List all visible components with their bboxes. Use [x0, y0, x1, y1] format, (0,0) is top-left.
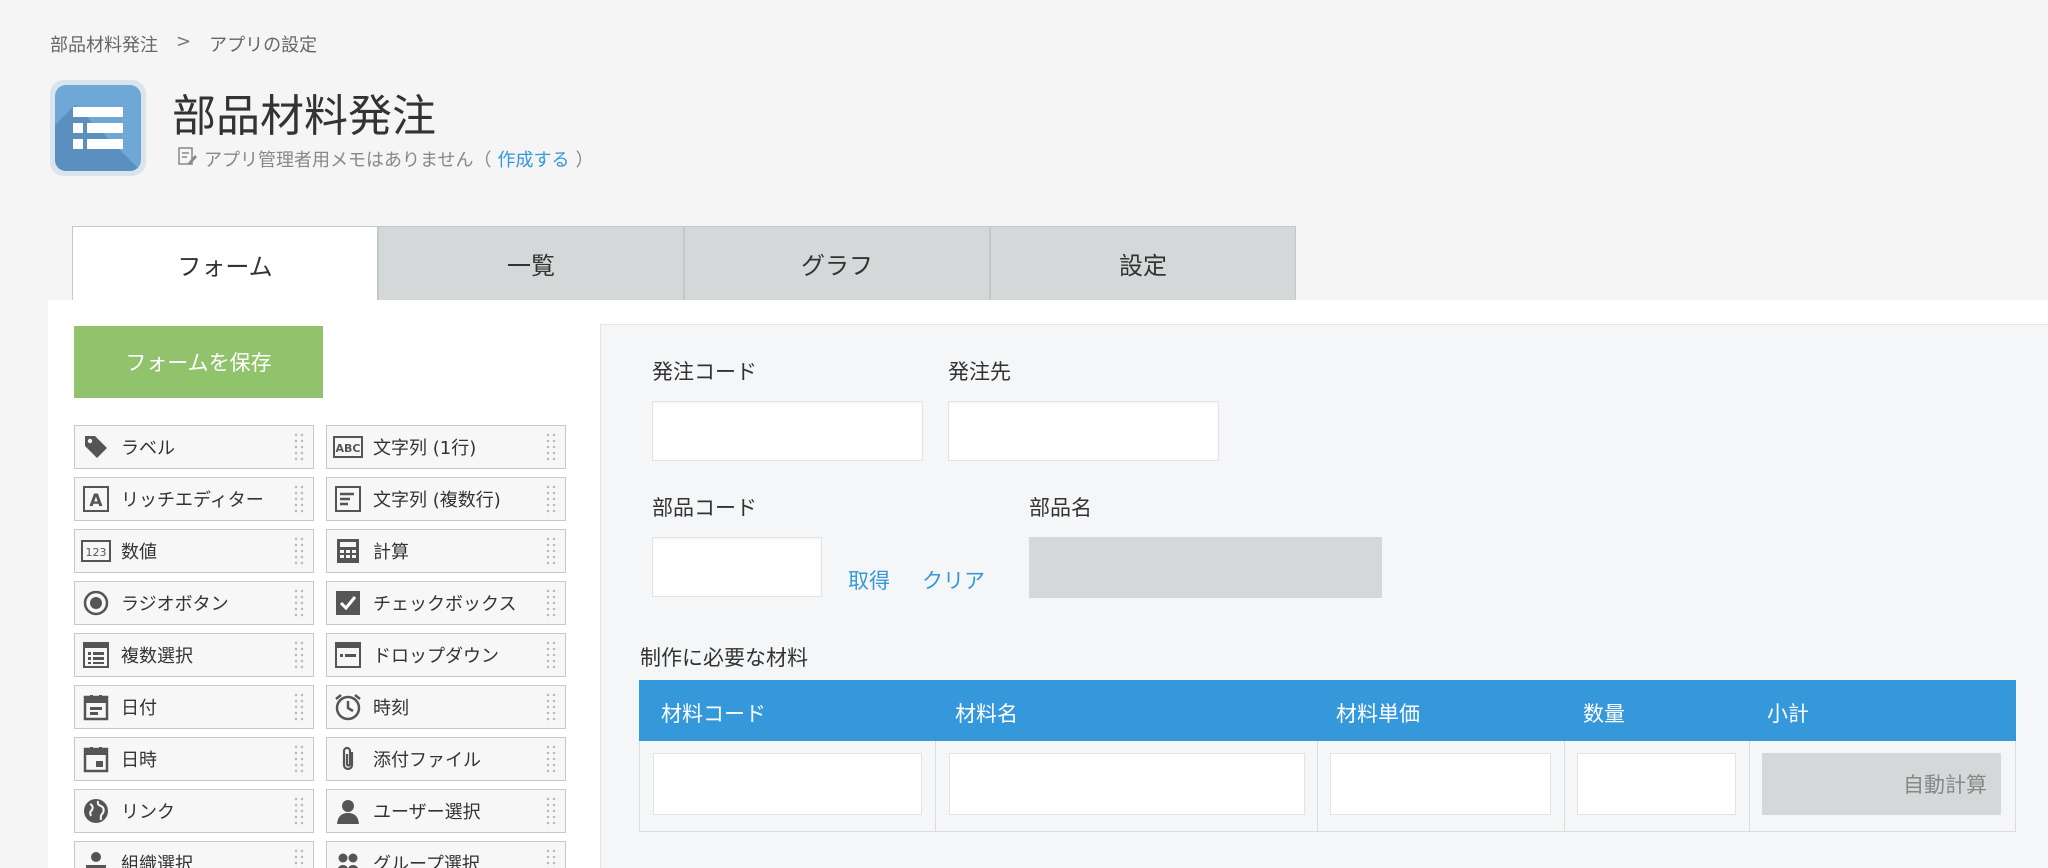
palette-item-user-select[interactable]: ユーザー選択 [326, 789, 566, 833]
tab-graph[interactable]: グラフ [684, 226, 990, 301]
group-icon [333, 848, 363, 868]
materials-table-header: 材料コード 材料名 材料単価 数量 小計 [639, 680, 2016, 741]
organization-icon [81, 848, 111, 868]
palette-item-rich-editor[interactable]: A リッチエディター [74, 477, 314, 521]
palette-item-dropdown[interactable]: ドロップダウン [326, 633, 566, 677]
app-title: 部品材料発注 [172, 91, 436, 142]
drag-handle-icon[interactable] [545, 640, 559, 672]
multiline-text-icon [333, 484, 363, 514]
drag-handle-icon[interactable] [293, 640, 307, 672]
breadcrumb-current: アプリの設定 [209, 35, 318, 56]
tab-settings[interactable]: 設定 [990, 226, 1296, 301]
palette-item-multi-select[interactable]: 複数選択 [74, 633, 314, 677]
drag-handle-icon[interactable] [545, 588, 559, 620]
memo-close-paren: ） [575, 149, 594, 171]
memo-text: アプリ管理者用メモはありません（ [204, 149, 492, 171]
tab-form[interactable]: フォーム [72, 226, 378, 302]
material-code-field[interactable] [653, 753, 922, 815]
palette-item-time[interactable]: 時刻 [326, 685, 566, 729]
paperclip-icon [333, 744, 363, 774]
field-palette: ラベル ABC 文字列 (1行) A リッチエディター 文字列 (複数行) 12… [74, 425, 566, 868]
rich-editor-icon: A [81, 484, 111, 514]
admin-memo: アプリ管理者用メモはありません（ 作成する ） [176, 145, 593, 172]
drag-handle-icon[interactable] [545, 536, 559, 568]
part-code-label: 部品コード [652, 496, 757, 520]
supplier-field[interactable] [948, 401, 1219, 461]
fetch-link[interactable]: 取得 [848, 565, 890, 595]
breadcrumb: 部品材料発注 > アプリの設定 [50, 31, 317, 57]
part-name-field [1029, 537, 1382, 598]
dropdown-icon [333, 640, 363, 670]
palette-item-radio-button[interactable]: ラジオボタン [74, 581, 314, 625]
palette-item-label[interactable]: ラベル [74, 425, 314, 469]
tag-icon [81, 432, 111, 462]
drag-handle-icon[interactable] [293, 432, 307, 464]
drag-handle-icon[interactable] [293, 796, 307, 828]
checkbox-icon [333, 588, 363, 618]
palette-item-date[interactable]: 日付 [74, 685, 314, 729]
col-material-name: 材料名 [955, 702, 1018, 726]
drag-handle-icon[interactable] [293, 744, 307, 776]
drag-handle-icon[interactable] [293, 692, 307, 724]
materials-table-title: 制作に必要な材料 [640, 646, 808, 670]
datetime-icon [81, 744, 111, 774]
breadcrumb-separator: > [176, 31, 192, 52]
drag-handle-icon[interactable] [545, 796, 559, 828]
palette-item-calculation[interactable]: 計算 [326, 529, 566, 573]
memo-edit-icon [176, 145, 198, 172]
part-code-field[interactable] [652, 537, 822, 597]
breadcrumb-app-link[interactable]: 部品材料発注 [50, 31, 158, 57]
palette-item-group-select[interactable]: グループ選択 [326, 841, 566, 868]
order-code-field[interactable] [652, 401, 923, 461]
unit-price-field[interactable] [1330, 753, 1551, 815]
subtotal-auto-calc: 自動計算 [1762, 753, 2001, 815]
drag-handle-icon[interactable] [293, 588, 307, 620]
drag-handle-icon[interactable] [293, 848, 307, 868]
app-icon [50, 80, 146, 176]
drag-handle-icon[interactable] [545, 692, 559, 724]
drag-handle-icon[interactable] [545, 432, 559, 464]
svg-text:123: 123 [86, 546, 107, 559]
part-name-label: 部品名 [1029, 496, 1092, 520]
drag-handle-icon[interactable] [545, 484, 559, 516]
palette-item-organization-select[interactable]: 組織選択 [74, 841, 314, 868]
abc-text-icon: ABC [333, 432, 363, 462]
supplier-label: 発注先 [948, 360, 1011, 384]
drag-handle-icon[interactable] [293, 484, 307, 516]
globe-icon [81, 796, 111, 826]
palette-item-link[interactable]: リンク [74, 789, 314, 833]
palette-item-number[interactable]: 123 数値 [74, 529, 314, 573]
drag-handle-icon[interactable] [293, 536, 307, 568]
order-code-label: 発注コード [652, 360, 757, 384]
table-row: 自動計算 [639, 741, 2016, 832]
palette-item-multi-line-text[interactable]: 文字列 (複数行) [326, 477, 566, 521]
palette-item-checkbox[interactable]: チェックボックス [326, 581, 566, 625]
material-name-field[interactable] [949, 753, 1305, 815]
col-quantity: 数量 [1583, 702, 1625, 726]
col-material-code: 材料コード [661, 702, 766, 726]
quantity-field[interactable] [1577, 753, 1736, 815]
svg-text:ABC: ABC [336, 442, 361, 455]
tab-list[interactable]: 一覧 [378, 226, 684, 301]
drag-handle-icon[interactable] [545, 744, 559, 776]
date-icon [81, 692, 111, 722]
calculator-icon [333, 536, 363, 566]
svg-text:A: A [89, 491, 103, 511]
number-icon: 123 [81, 536, 111, 566]
palette-item-single-line-text[interactable]: ABC 文字列 (1行) [326, 425, 566, 469]
save-form-button[interactable]: フォームを保存 [74, 326, 323, 398]
radio-icon [81, 588, 111, 618]
clock-icon [333, 692, 363, 722]
multi-select-icon [81, 640, 111, 670]
user-icon [333, 796, 363, 826]
clear-link[interactable]: クリア [922, 565, 985, 595]
memo-create-link[interactable]: 作成する [497, 146, 569, 172]
drag-handle-icon[interactable] [545, 848, 559, 868]
col-subtotal: 小計 [1767, 702, 1809, 726]
palette-item-datetime[interactable]: 日時 [74, 737, 314, 781]
settings-tabs: フォーム 一覧 グラフ 設定 [72, 226, 1296, 302]
palette-item-attachment[interactable]: 添付ファイル [326, 737, 566, 781]
col-unit-price: 材料単価 [1336, 702, 1420, 726]
